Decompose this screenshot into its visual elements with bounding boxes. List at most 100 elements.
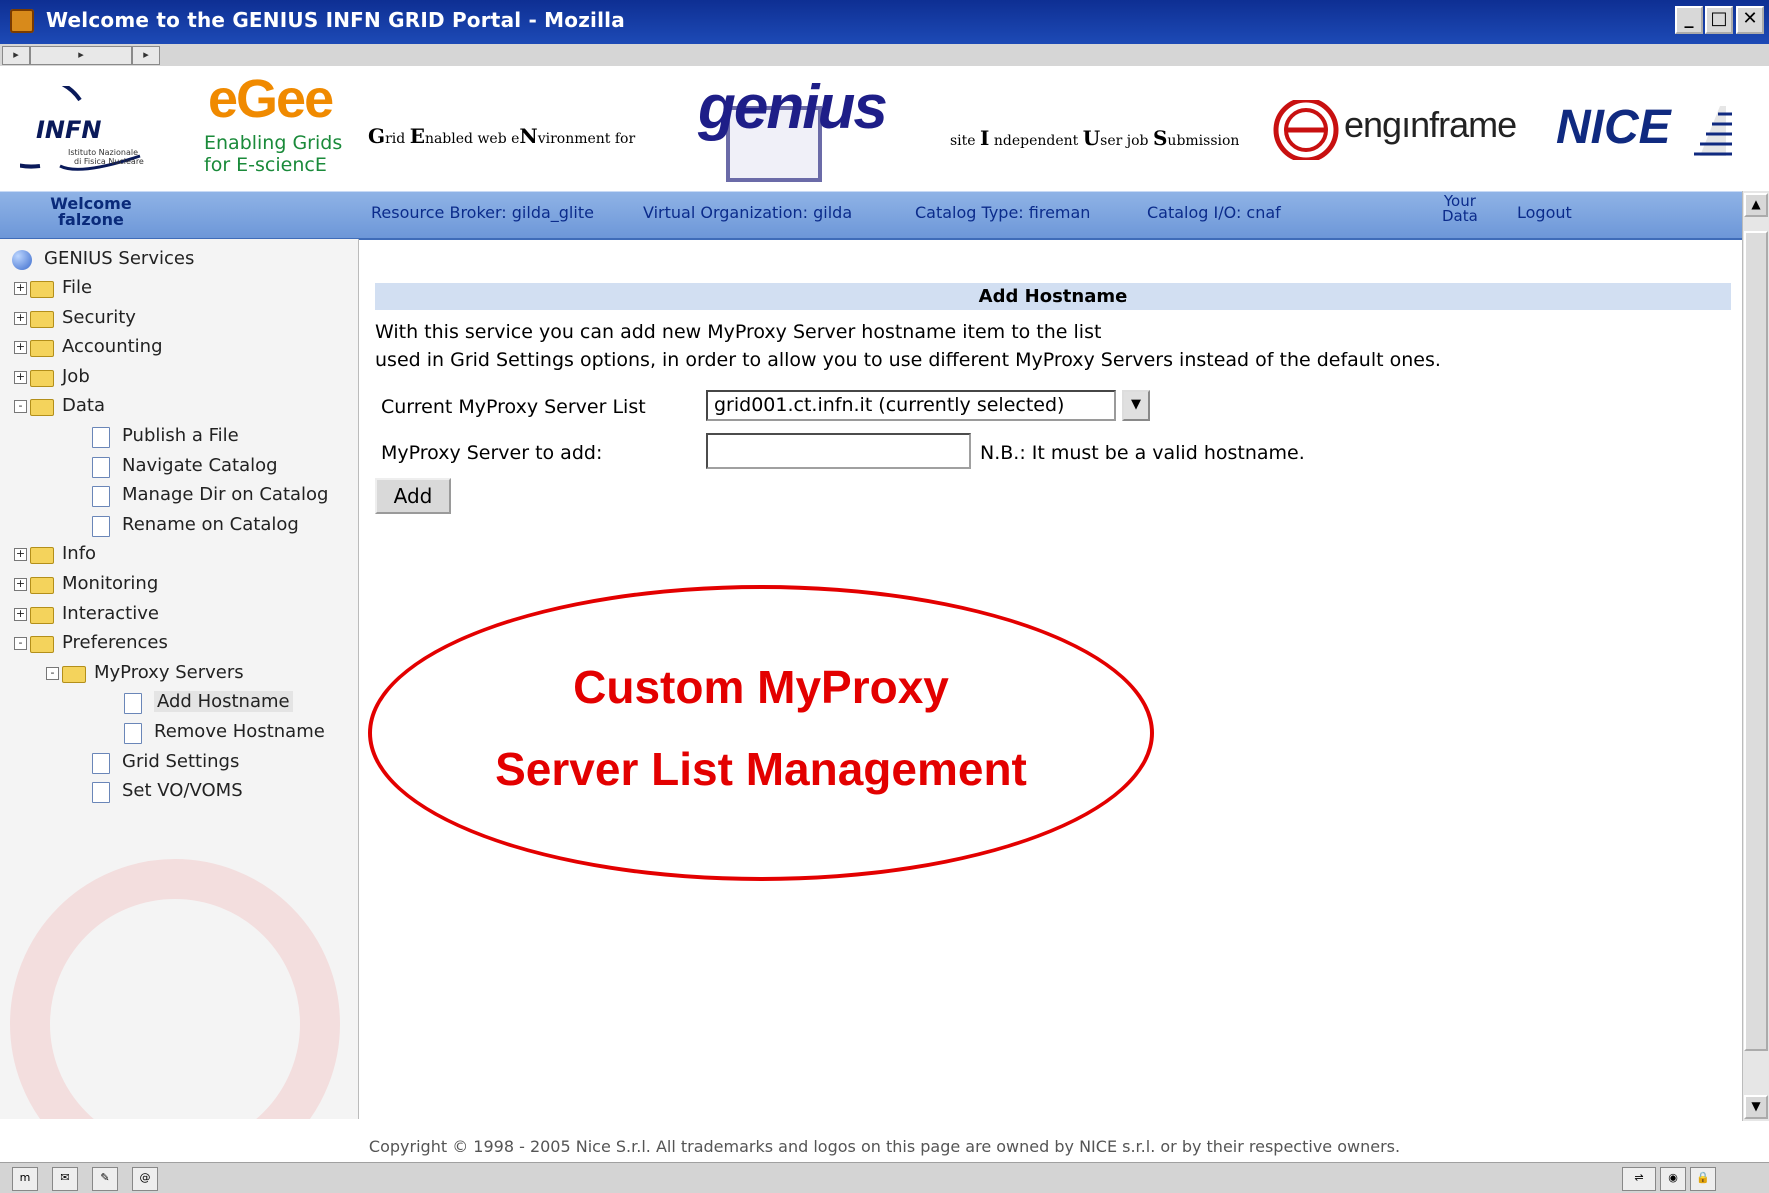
acronym-text: vironment for xyxy=(537,131,636,147)
expand-icon[interactable]: + xyxy=(14,341,27,355)
sidebar-item-label: Data xyxy=(62,395,105,417)
folder-icon xyxy=(30,281,54,298)
genius-services-icon xyxy=(12,250,32,270)
mail-icon[interactable]: ✉ xyxy=(52,1167,78,1191)
enginframe-logo[interactable]: engınframe xyxy=(1272,97,1522,163)
infn-sub2: di Fisica Nucleare xyxy=(74,157,144,166)
minimize-button[interactable]: _ xyxy=(1675,6,1703,34)
scroll-thumb[interactable] xyxy=(1744,231,1768,1051)
document-icon xyxy=(92,515,110,537)
catalog-io-link[interactable]: Catalog I/O: cnaf xyxy=(1147,203,1281,222)
sidebar-item-label: Grid Settings xyxy=(122,750,240,772)
expand-icon[interactable]: + xyxy=(14,370,27,384)
server-add-label: MyProxy Server to add: xyxy=(381,442,603,464)
document-icon xyxy=(92,456,110,478)
hostname-input[interactable] xyxy=(706,433,971,469)
collapse-icon[interactable]: - xyxy=(14,400,27,414)
callout-line1: Custom MyProxy xyxy=(573,661,949,713)
chevron-down-icon[interactable]: ▼ xyxy=(1122,390,1150,421)
expand-icon[interactable]: + xyxy=(14,548,27,562)
hostname-note: N.B.: It must be a valid hostname. xyxy=(980,442,1305,464)
catalog-type-link[interactable]: Catalog Type: fireman xyxy=(915,203,1090,222)
welcome-user: Welcome falzone xyxy=(46,196,136,228)
sidebar-item-label: Preferences xyxy=(62,632,168,654)
sidebar-item-label: Interactive xyxy=(62,602,159,624)
expand-icon[interactable]: + xyxy=(14,607,27,621)
add-button[interactable]: Add xyxy=(375,478,451,514)
folder-icon xyxy=(30,310,54,328)
sidebar-item-label: Remove Hostname xyxy=(154,721,325,742)
document-icon xyxy=(92,486,110,508)
folder-icon xyxy=(30,369,54,387)
nice-logo[interactable]: NICE xyxy=(1556,96,1746,166)
toolbar-grip-icon[interactable]: ▸ xyxy=(132,46,160,65)
your-data-link[interactable]: Your Data xyxy=(1442,194,1478,224)
infn-name: INFN xyxy=(36,116,102,144)
online-status-icon[interactable]: ⇌ xyxy=(1622,1167,1656,1191)
scroll-up-icon[interactable]: ▲ xyxy=(1744,193,1768,217)
vertical-scrollbar[interactable]: ▲ ▼ xyxy=(1742,191,1769,1121)
sidebar-item-label: Manage Dir on Catalog xyxy=(122,484,329,506)
expand-icon[interactable]: + xyxy=(14,311,27,325)
folder-icon xyxy=(30,577,54,594)
collapse-icon[interactable]: - xyxy=(46,666,59,680)
virtual-organization-link[interactable]: Virtual Organization: gilda xyxy=(643,203,852,222)
tree-root-label: GENIUS Services xyxy=(44,248,195,269)
infn-sub1: Istituto Nazionale xyxy=(68,148,138,157)
sidebar-item-label: Add Hostname xyxy=(154,691,293,713)
acronym-letter: S xyxy=(1152,126,1168,150)
server-list-value: grid001.ct.infn.it (currently selected) xyxy=(714,394,1065,416)
server-list-select[interactable]: grid001.ct.infn.it (currently selected) … xyxy=(706,390,1150,421)
folder-open-icon xyxy=(30,636,54,654)
server-list-label: Current MyProxy Server List xyxy=(381,396,646,418)
copyright-footer: Copyright © 1998 - 2005 Nice S.r.l. All … xyxy=(368,1137,1401,1156)
acronym-letter: I xyxy=(980,126,990,150)
genius-acronym-right: site I ndependent User job Submission xyxy=(950,126,1239,150)
acronym-letter: E xyxy=(409,124,425,148)
folder-icon xyxy=(30,340,54,358)
toolbar-grip-icon[interactable]: ▸ xyxy=(30,46,132,65)
sidebar-item-label: File xyxy=(62,277,93,298)
address-book-icon[interactable]: @ xyxy=(132,1167,158,1191)
folder-icon xyxy=(30,547,54,565)
enginframe-swirl-icon xyxy=(1273,97,1339,163)
document-icon xyxy=(92,427,110,448)
portal-navbar: Welcome falzone Resource Broker: gilda_g… xyxy=(0,191,1742,240)
browser-statusbar: m ✉ ✎ @ ⇌ ◉ 🔒 xyxy=(0,1162,1769,1193)
expand-icon[interactable]: + xyxy=(14,578,27,591)
genius-logo[interactable]: genius xyxy=(694,73,890,182)
window-title: Welcome to the GENIUS INFN GRID Portal -… xyxy=(46,8,625,32)
window-titlebar[interactable]: Welcome to the GENIUS INFN GRID Portal -… xyxy=(0,0,1769,44)
folder-open-icon xyxy=(30,399,54,417)
collapse-icon[interactable]: - xyxy=(14,637,27,651)
services-sidebar: GENIUS Services + File + Security + Accountin… xyxy=(0,239,359,1119)
acronym-text: nabled web e xyxy=(424,131,520,147)
egee-logo[interactable]: eGee Enabling Grids for E-sciencE xyxy=(196,69,356,180)
sidebar-item-label: Monitoring xyxy=(62,573,159,594)
acronym-text: ubmission xyxy=(1167,133,1240,149)
enginframe-watermark xyxy=(10,859,340,1119)
acronym-text: site xyxy=(950,133,981,149)
composer-icon[interactable]: ✎ xyxy=(92,1167,118,1191)
acronym-text: ser job xyxy=(1100,133,1153,149)
navigator-icon[interactable]: m xyxy=(12,1167,38,1191)
scroll-down-icon[interactable]: ▼ xyxy=(1744,1095,1768,1119)
infn-logo[interactable]: INFN Istituto Nazionale di Fisica Nuclea… xyxy=(0,74,170,176)
maximize-button[interactable]: □ xyxy=(1705,6,1733,34)
nice-stripes-icon xyxy=(1694,106,1732,156)
document-icon xyxy=(92,752,110,774)
egee-line1: Enabling Grids xyxy=(204,132,343,154)
mozilla-app-icon xyxy=(10,9,34,33)
lock-icon[interactable]: 🔒 xyxy=(1690,1167,1716,1191)
browser-toolbar-strip: ▸ ▸ ▸ xyxy=(0,44,1769,67)
description-line1: With this service you can add new MyProx… xyxy=(375,321,1102,343)
resource-broker-link[interactable]: Resource Broker: gilda_glite xyxy=(371,203,594,222)
acronym-letter: U xyxy=(1082,126,1101,150)
logout-link[interactable]: Logout xyxy=(1517,203,1572,222)
cookie-icon[interactable]: ◉ xyxy=(1660,1167,1686,1191)
close-button[interactable]: ✕ xyxy=(1736,6,1764,34)
toolbar-grip-icon[interactable]: ▸ xyxy=(2,46,30,65)
sidebar-item-label: Security xyxy=(62,306,136,328)
your-data-line2: Data xyxy=(1442,207,1478,225)
expand-icon[interactable]: + xyxy=(14,282,27,295)
